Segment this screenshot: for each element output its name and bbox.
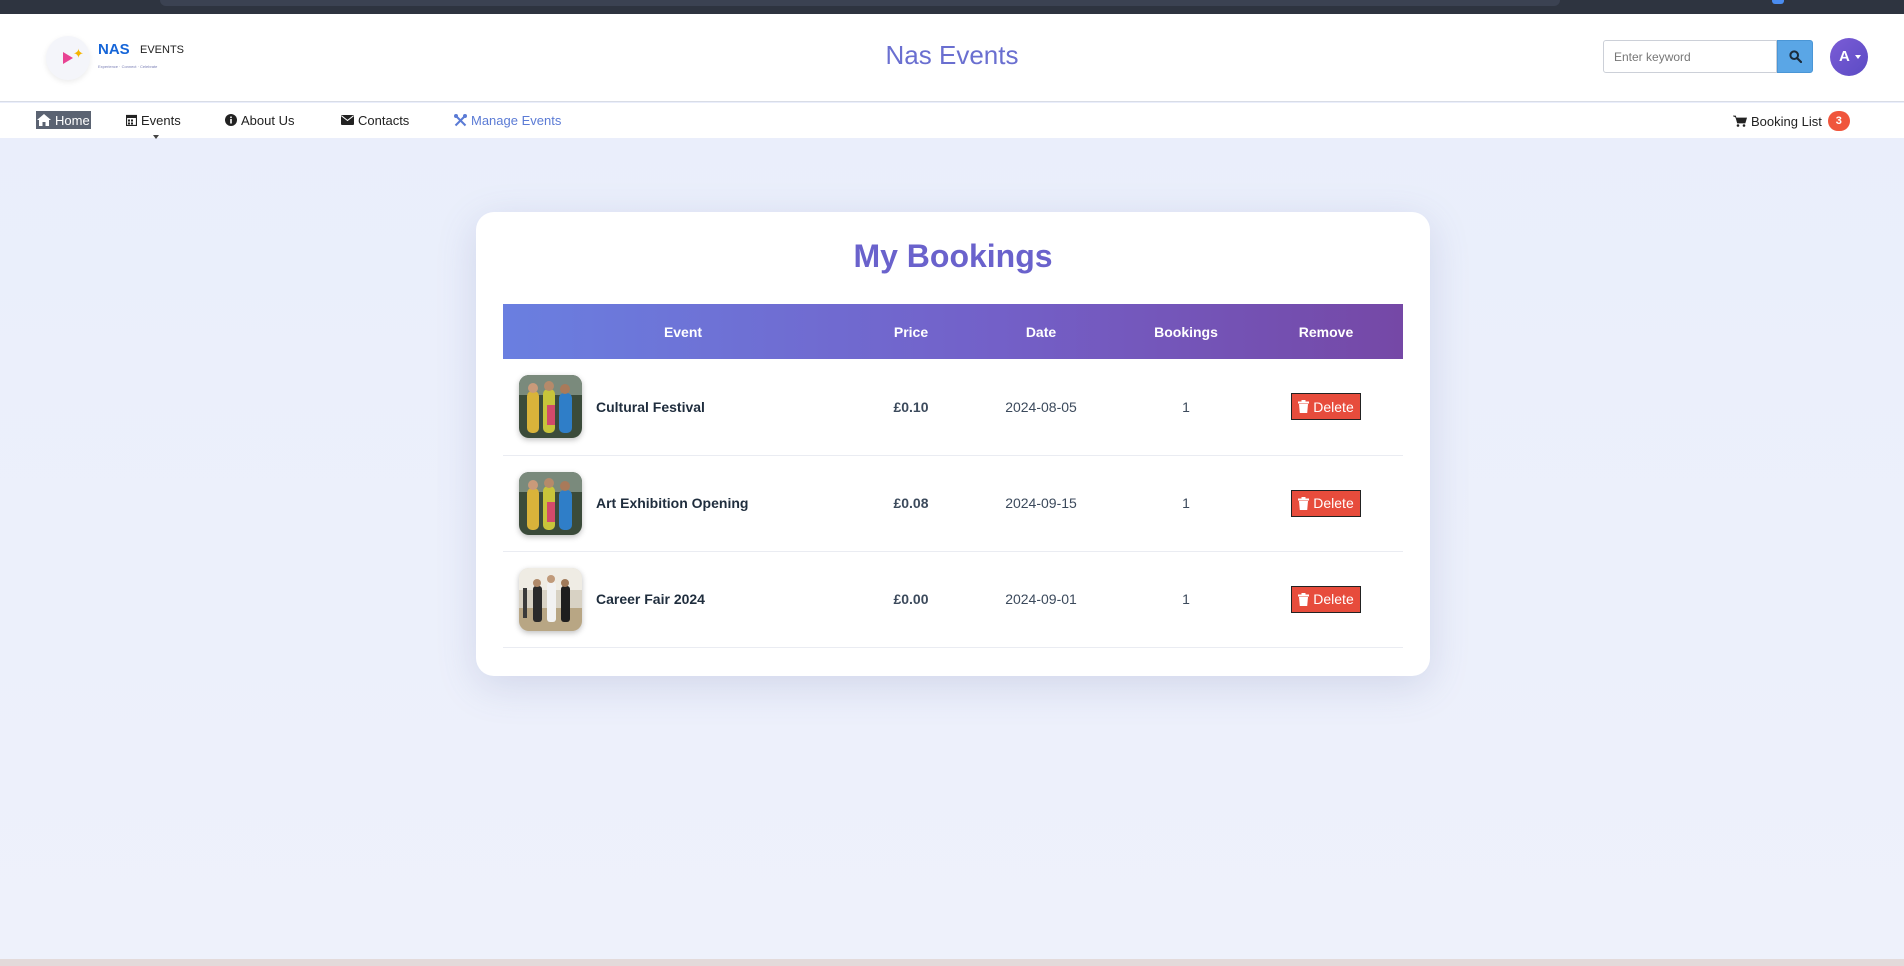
nav-label-events: Events [141,112,181,128]
info-icon [225,114,237,126]
delete-label: Delete [1313,398,1354,415]
browser-top-strip [0,0,1904,14]
search-icon [1789,50,1802,63]
table-row: Career Fair 2024 £0.00 2024-09-01 1 Dele… [503,551,1403,648]
event-cell: Career Fair 2024 [503,551,863,648]
delete-button[interactable]: Delete [1291,489,1361,517]
booking-count-badge: 3 [1827,111,1850,131]
user-avatar-menu[interactable]: A [1830,38,1868,76]
event-price: £0.08 [863,455,959,552]
column-header-date: Date [1025,323,1057,340]
nav-item-manage-events[interactable]: Manage Events [454,111,561,129]
nav-item-about[interactable]: About Us [225,111,294,129]
main-nav: Home Events About Us Contacts Manage Eve… [0,103,1904,138]
remove-cell: Delete [1249,455,1403,552]
nav-dropdown-indicator [153,135,159,139]
booking-count: 1 [1123,359,1249,456]
booking-count: 1 [1123,455,1249,552]
remove-cell: Delete [1249,551,1403,648]
page-title: My Bookings [853,238,1053,274]
event-name: Cultural Festival [596,398,705,415]
column-header-bookings: Bookings [1154,323,1218,340]
table-row: Cultural Festival £0.10 2024-08-05 1 Del… [503,359,1403,456]
booking-list-link[interactable]: Booking List 3 [1733,110,1850,132]
delete-button[interactable]: Delete [1291,585,1361,613]
event-price: £0.00 [863,551,959,648]
calendar-icon [126,114,137,126]
envelope-icon [341,115,354,125]
event-cell-content: Art Exhibition Opening [503,471,863,535]
bookings-table: Event Price Date Bookings Remove Cultura… [503,304,1403,648]
delete-label: Delete [1313,591,1354,607]
event-price: £0.10 [863,359,959,456]
event-date: 2024-09-01 [959,551,1123,648]
event-thumbnail[interactable] [519,375,582,439]
browser-address-bar [160,0,1560,6]
nav-label-contacts: Contacts [358,112,410,128]
cart-icon [1733,115,1747,127]
event-thumbnail[interactable] [519,471,582,535]
event-date: 2024-08-05 [959,359,1123,456]
chevron-down-icon [1855,55,1861,59]
table-header: Event Price Date Bookings Remove [503,304,1403,359]
booking-list-label: Booking List [1751,113,1822,129]
window-bottom-edge [0,959,1904,966]
event-cell: Cultural Festival [503,359,863,456]
site-header: ✦ NAS EVENTS Experience · Connect · Cele… [0,14,1904,102]
event-cell-content: Career Fair 2024 [503,567,863,631]
event-cell-content: Cultural Festival [503,375,863,439]
nav-item-events[interactable]: Events [126,111,181,129]
browser-indicator [1772,0,1784,4]
remove-cell: Delete [1249,359,1403,456]
home-icon [37,114,51,126]
search-input[interactable] [1603,40,1777,73]
event-thumbnail[interactable] [519,567,582,631]
nav-item-home[interactable]: Home [36,111,91,129]
event-date: 2024-09-15 [959,455,1123,552]
trash-icon [1298,400,1310,414]
nav-item-contacts[interactable]: Contacts [341,111,409,129]
nav-label-manage-events: Manage Events [471,112,562,128]
event-name: Art Exhibition Opening [596,495,749,511]
delete-label: Delete [1313,495,1354,511]
table-row: Art Exhibition Opening £0.08 2024-09-15 … [503,455,1403,552]
trash-icon [1298,592,1310,606]
tools-icon [454,113,467,126]
event-name: Career Fair 2024 [596,591,705,607]
nav-label-home: Home [55,112,90,128]
trash-icon [1298,496,1310,510]
delete-button[interactable]: Delete [1291,393,1361,421]
column-header-event: Event [663,323,703,340]
event-cell: Art Exhibition Opening [503,455,863,552]
bookings-card: My Bookings Event Price Date Bookings Re… [476,212,1430,676]
nav-label-about: About Us [241,112,295,128]
table-header-row: Event Price Date Bookings Remove [503,304,1403,359]
column-header-remove: Remove [1298,323,1354,340]
column-header-price: Price [893,323,929,340]
search-button[interactable] [1777,40,1813,73]
avatar-letter: A [1839,48,1850,65]
booking-count: 1 [1123,551,1249,648]
